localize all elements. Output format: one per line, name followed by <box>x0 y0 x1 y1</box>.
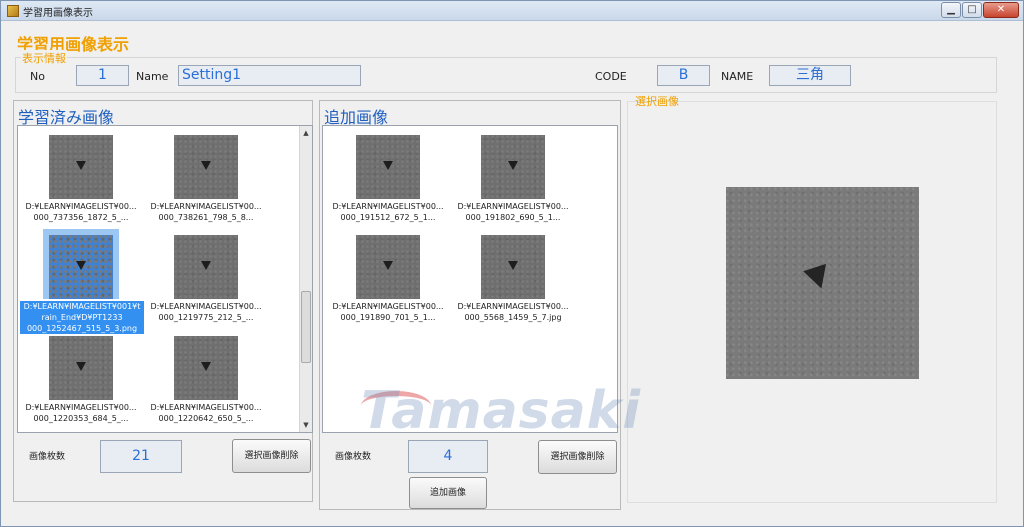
name2-value: 三角 <box>769 65 851 86</box>
thumbnail <box>49 336 113 400</box>
learned-image-list[interactable]: D:¥LEARN¥IMAGELIST¥00... 000_737356_1872_… <box>17 125 313 433</box>
scroll-thumb[interactable] <box>301 291 311 363</box>
added-delete-button[interactable]: 選択画像削除 <box>538 440 617 474</box>
added-item[interactable]: D:¥LEARN¥IMAGELIST¥00... 000_5568_1459_5_… <box>450 229 576 329</box>
caption-line1: D:¥LEARN¥IMAGELIST¥00... <box>25 403 137 412</box>
added-item[interactable]: D:¥LEARN¥IMAGELIST¥00... 000_191512_672_5… <box>325 129 451 229</box>
learned-scrollbar[interactable]: ▲ ▼ <box>299 126 312 432</box>
learned-item[interactable]: D:¥LEARN¥IMAGELIST¥00... 000_738261_798_5… <box>143 129 269 229</box>
scroll-down-arrow-icon[interactable]: ▼ <box>301 420 311 430</box>
caption-line2: 000_191802_690_5_1... <box>465 213 561 222</box>
name-value: Setting1 <box>178 65 361 86</box>
caption-line2: rain_End¥D¥PT1233 <box>41 313 123 322</box>
thumbnail <box>356 135 420 199</box>
thumbnail <box>481 135 545 199</box>
caption-line2: 000_191890_701_5_1... <box>340 313 436 322</box>
added-item[interactable]: D:¥LEARN¥IMAGELIST¥00... 000_191890_701_5… <box>325 229 451 329</box>
thumbnail <box>174 135 238 199</box>
main-window: 学習用画像表示 ▁ □ ✕ 学習用画像表示 表示情報 No 1 Name Set… <box>0 0 1024 527</box>
app-icon <box>7 5 19 17</box>
caption-line1: D:¥LEARN¥IMAGELIST¥00... <box>457 202 569 211</box>
caption-line1: D:¥LEARN¥IMAGELIST¥00... <box>332 302 444 311</box>
add-image-button[interactable]: 追加画像 <box>409 477 487 509</box>
watermark: Tamasaki <box>361 381 642 441</box>
selected-image <box>726 187 919 379</box>
caption-line2: 000_1220642_650_5_... <box>158 414 254 423</box>
thumbnail <box>49 235 113 299</box>
no-value: 1 <box>76 65 129 86</box>
no-label: No <box>30 70 45 83</box>
caption-line1: D:¥LEARN¥IMAGELIST¥00... <box>150 302 262 311</box>
thumbnail <box>174 336 238 400</box>
selected-legend: 選択画像 <box>635 95 679 108</box>
caption-line2: 000_738261_798_5_8... <box>158 213 254 222</box>
added-count-label: 画像枚数 <box>335 452 372 462</box>
caption-line1: D:¥LEARN¥IMAGELIST¥00... <box>150 403 262 412</box>
caption-line2: 000_1219775_212_5_... <box>158 313 254 322</box>
learned-item[interactable]: D:¥LEARN¥IMAGELIST¥00... 000_737356_1872_… <box>18 129 144 229</box>
added-item[interactable]: D:¥LEARN¥IMAGELIST¥00... 000_191802_690_5… <box>450 129 576 229</box>
thumbnail <box>174 235 238 299</box>
caption-line2: 000_191512_672_5_1... <box>340 213 436 222</box>
thumbnail <box>356 235 420 299</box>
thumbnail <box>49 135 113 199</box>
caption-line1: D:¥LEARN¥IMAGELIST¥00... <box>25 202 137 211</box>
window-title: 学習用画像表示 <box>23 8 93 19</box>
learned-item[interactable]: D:¥LEARN¥IMAGELIST¥00... 000_1220353_684_… <box>18 330 144 430</box>
code-label: CODE <box>595 70 627 83</box>
title-bar: 学習用画像表示 ▁ □ ✕ <box>1 1 1023 21</box>
caption-line1: D:¥LEARN¥IMAGELIST¥00... <box>457 302 569 311</box>
caption-line1: D:¥LEARN¥IMAGELIST¥001¥t <box>23 302 141 311</box>
maximize-button[interactable]: □ <box>962 2 982 18</box>
caption-line1: D:¥LEARN¥IMAGELIST¥00... <box>150 202 262 211</box>
learned-count-value: 21 <box>100 440 182 473</box>
learned-delete-button[interactable]: 選択画像削除 <box>232 439 311 473</box>
caption-line2: 000_1220353_684_5_... <box>33 414 129 423</box>
caption-line1: D:¥LEARN¥IMAGELIST¥00... <box>332 202 444 211</box>
thumbnail <box>481 235 545 299</box>
minimize-button[interactable]: ▁ <box>941 2 961 18</box>
learned-item[interactable]: D:¥LEARN¥IMAGELIST¥00... 000_1219775_212_… <box>143 229 269 329</box>
close-button[interactable]: ✕ <box>983 2 1019 18</box>
learned-item-selected[interactable]: D:¥LEARN¥IMAGELIST¥001¥t rain_End¥D¥PT123… <box>18 229 144 334</box>
learned-item[interactable]: D:¥LEARN¥IMAGELIST¥00... 000_1220642_650_… <box>143 330 269 430</box>
info-legend: 表示情報 <box>21 50 67 66</box>
added-count-value: 4 <box>408 440 488 473</box>
code-value: B <box>657 65 710 86</box>
caption-line2: 000_5568_1459_5_7.jpg <box>464 313 562 322</box>
caption-line2: 000_737356_1872_5_... <box>33 213 129 222</box>
learned-count-label: 画像枚数 <box>29 452 66 462</box>
name2-label: NAME <box>721 70 754 83</box>
scroll-up-arrow-icon[interactable]: ▲ <box>301 128 311 138</box>
name-label: Name <box>136 70 169 83</box>
triangle-mark-icon <box>803 263 833 293</box>
